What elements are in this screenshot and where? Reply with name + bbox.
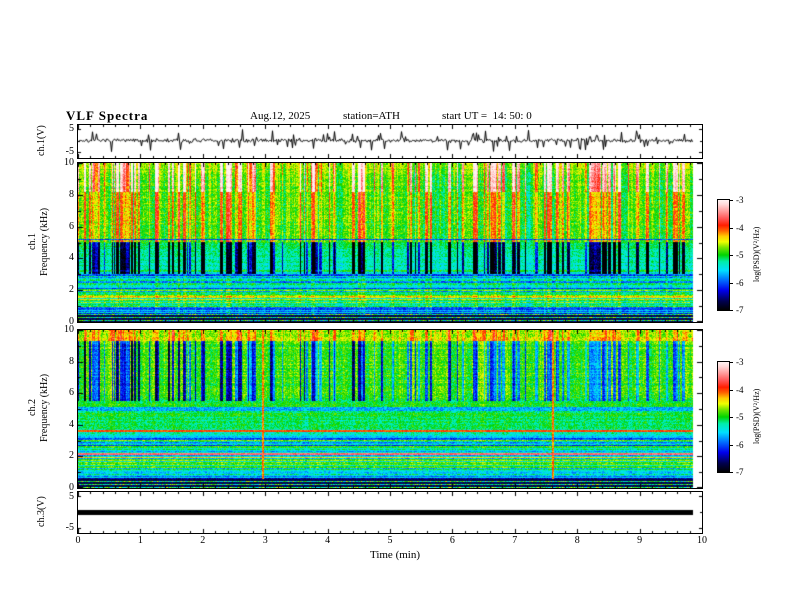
ch2-spec-ytick-label: 0	[69, 482, 74, 493]
ch1-spectrogram-panel	[77, 162, 703, 323]
ch2-spec-ytick-label: 4	[69, 419, 74, 430]
ch2-spec-frequency-label: Frequency (kHz)	[39, 373, 50, 443]
ch3-waveform-panel	[77, 491, 703, 534]
colorbar-tick-mark	[729, 445, 733, 446]
colorbar-tick-label: -3	[736, 357, 744, 367]
ch1-waveform-canvas	[78, 125, 702, 158]
ch2-colorbar-label: log(PSD)(V²/Hz)	[752, 388, 761, 444]
x-tick-label: 4	[325, 535, 331, 546]
colorbar-tick-label: -7	[736, 467, 744, 477]
colorbar-tick-label: -5	[736, 250, 744, 260]
x-tick-label: 1	[137, 535, 143, 546]
ch1-spec-channel-label: ch.1	[27, 233, 38, 250]
x-tick-label: 7	[512, 535, 518, 546]
vlf-spectra-screen: VLF Spectra Aug.12, 2025 station=ATH sta…	[0, 0, 792, 612]
x-tick-label: 6	[449, 535, 455, 546]
colorbar-tick-mark	[729, 228, 733, 229]
colorbar-tick-label: -6	[736, 278, 744, 288]
colorbar-tick-label: -3	[736, 195, 744, 205]
time-axis-label: Time (min)	[369, 549, 421, 561]
colorbar-tick-mark	[729, 283, 733, 284]
ch1-spec-ytick-label: 8	[69, 189, 74, 200]
ch3-wave-ylabel: ch.3(V)	[36, 496, 47, 527]
colorbar-tick-mark	[729, 310, 733, 311]
colorbar-tick-label: -7	[736, 305, 744, 315]
ch1-spec-frequency-label: Frequency (kHz)	[39, 207, 50, 276]
ch1-waveform-panel	[77, 124, 703, 159]
x-tick-label: 2	[200, 535, 206, 546]
x-tick-label: 5	[387, 535, 393, 546]
ch1-spec-ytick-label: 4	[69, 252, 74, 263]
ch2-colorbar-gradient	[718, 362, 729, 472]
ch1-spectrogram-canvas	[78, 163, 702, 322]
ch2-spec-ytick-label: 8	[69, 356, 74, 367]
colorbar-tick-mark	[729, 472, 733, 473]
ch2-spectrogram-canvas	[78, 330, 702, 488]
ch1-spec-ytick-label: 2	[69, 284, 74, 295]
ch3-wave-ytick-top: 5	[69, 491, 74, 502]
ch2-spec-ytick-label: 10	[64, 324, 74, 335]
colorbar-tick-mark	[729, 200, 733, 201]
x-tick-label: 8	[574, 535, 580, 546]
colorbar-tick-label: -5	[736, 412, 744, 422]
ch1-spec-ytick-label: 6	[69, 221, 74, 232]
colorbar-tick-mark	[729, 362, 733, 363]
x-tick-label: 10	[697, 535, 707, 546]
ch1-colorbar-gradient	[718, 200, 729, 310]
ch1-wave-ytick-bottom: -5	[65, 146, 74, 157]
x-tick-label: 0	[75, 535, 81, 546]
colorbar-tick-mark	[729, 390, 733, 391]
colorbar-tick-mark	[729, 417, 733, 418]
ch1-wave-ylabel: ch.1(V)	[36, 125, 47, 156]
colorbar-tick-mark	[729, 255, 733, 256]
start-ut-label: start UT = 14: 50: 0	[442, 110, 532, 122]
x-tick-label: 3	[262, 535, 268, 546]
ch2-spec-ytick-label: 2	[69, 450, 74, 461]
page-title: VLF Spectra	[66, 108, 149, 123]
ch1-wave-ytick-top: 5	[69, 123, 74, 134]
colorbar-tick-label: -6	[736, 440, 744, 450]
ch1-colorbar-label: log(PSD)(V²/Hz)	[752, 226, 761, 282]
ch2-spectrogram-panel	[77, 329, 703, 489]
ch2-spec-channel-label: ch.2	[27, 399, 38, 417]
colorbar-tick-label: -4	[736, 385, 744, 395]
ch2-spec-ytick-label: 6	[69, 387, 74, 398]
colorbar-tick-label: -4	[736, 223, 744, 233]
ch3-wave-ytick-bottom: -5	[65, 522, 74, 533]
date-label: Aug.12, 2025	[250, 110, 311, 122]
ch3-waveform-canvas	[78, 492, 702, 533]
ch1-spec-ytick-label: 10	[64, 157, 74, 168]
x-tick-label: 9	[637, 535, 643, 546]
station-label: station=ATH	[343, 110, 400, 122]
